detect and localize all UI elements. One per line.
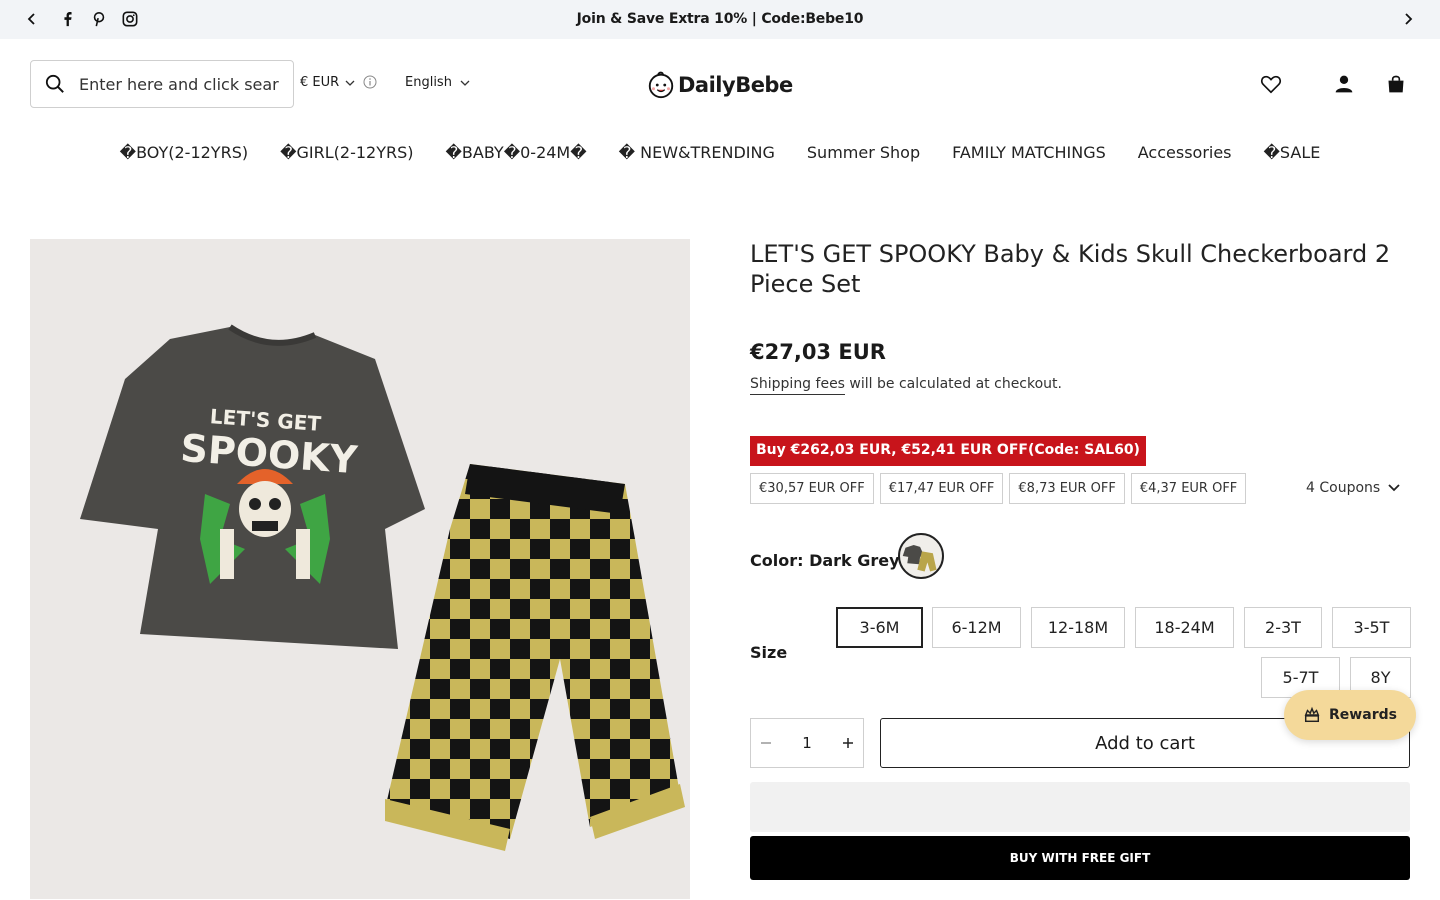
site-logo[interactable]: DailyBebe — [646, 70, 793, 100]
buy-with-free-gift-button[interactable]: BUY WITH FREE GIFT — [750, 836, 1410, 880]
currency-label: € EUR — [300, 75, 340, 90]
express-payment-button[interactable] — [750, 782, 1410, 832]
currency-selector[interactable]: € EUR — [300, 75, 355, 90]
size-option-18-24m[interactable]: 18-24M — [1135, 607, 1234, 648]
search-icon[interactable] — [31, 61, 79, 107]
nav-item-accessories[interactable]: Accessories — [1138, 143, 1232, 162]
size-option-6-12m[interactable]: 6-12M — [932, 607, 1021, 648]
quantity-value[interactable]: 1 — [787, 734, 827, 752]
language-selector[interactable]: English — [405, 75, 470, 90]
color-swatch-dark-grey[interactable] — [898, 533, 944, 579]
product-title: LET'S GET SPOOKY Baby & Kids Skull Check… — [750, 240, 1391, 298]
shipping-note: Shipping fees will be calculated at chec… — [750, 376, 1062, 395]
coupon-chip[interactable]: €4,37 EUR OFF — [1130, 473, 1247, 504]
nav-item-baby[interactable]: �BABY�0-24M� — [446, 143, 587, 162]
quantity-stepper: 1 — [750, 718, 864, 768]
size-label: Size — [750, 643, 788, 662]
size-option-12-18m[interactable]: 12-18M — [1031, 607, 1125, 648]
chevron-down-icon — [460, 80, 470, 86]
coupon-chip[interactable]: €30,57 EUR OFF — [750, 473, 874, 504]
nav-item-sale[interactable]: �SALE — [1264, 143, 1321, 162]
quantity-increase-button[interactable] — [833, 719, 863, 767]
gift-crown-icon — [1304, 706, 1320, 723]
chevron-right-icon[interactable] — [1398, 9, 1418, 29]
promo-banner: Buy €262,03 EUR, €52,41 EUR OFF(Code: SA… — [750, 436, 1146, 466]
nav-item-new-trending[interactable]: � NEW&TRENDING — [619, 143, 775, 162]
announcement-bar: Join & Save Extra 10% | Code:Bebe10 — [0, 0, 1440, 39]
coupon-list: €30,57 EUR OFF €17,47 EUR OFF €8,73 EUR … — [750, 473, 1247, 504]
logo-text: DailyBebe — [678, 73, 793, 97]
coupons-toggle-label: 4 Coupons — [1306, 480, 1381, 496]
search-input[interactable] — [79, 74, 279, 94]
cart-bag-icon[interactable] — [1384, 72, 1408, 96]
language-label: English — [405, 75, 452, 90]
coupon-chip[interactable]: €8,73 EUR OFF — [1009, 473, 1125, 504]
main-navigation: �BOY(2-12YRS) �GIRL(2-12YRS) �BABY�0-24M… — [0, 143, 1440, 162]
wishlist-heart-icon[interactable] — [1259, 72, 1283, 96]
nav-item-girl[interactable]: �GIRL(2-12YRS) — [280, 143, 413, 162]
checkered-pants-graphic — [385, 464, 685, 851]
minus-icon — [761, 742, 771, 744]
product-price: €27,03 EUR — [750, 340, 886, 364]
info-icon[interactable] — [363, 75, 377, 89]
coupons-dropdown-toggle[interactable]: 4 Coupons — [1306, 480, 1400, 496]
shipping-note-text: will be calculated at checkout. — [844, 376, 1062, 392]
chevron-down-icon — [1388, 484, 1400, 492]
rewards-launcher[interactable]: Rewards — [1284, 690, 1416, 740]
tshirt-graphic: LET'S GET SPOOKY — [80, 324, 425, 649]
rewards-label: Rewards — [1329, 707, 1397, 723]
product-image[interactable]: LET'S GET SPOOKY — [30, 239, 690, 899]
color-label: Color: Dark Grey — [750, 551, 900, 570]
chevron-down-icon — [345, 80, 355, 86]
nav-item-boy[interactable]: �BOY(2-12YRS) — [120, 143, 248, 162]
plus-icon — [843, 738, 853, 748]
account-icon[interactable] — [1332, 72, 1356, 96]
nav-item-family-matchings[interactable]: FAMILY MATCHINGS — [952, 143, 1106, 162]
quantity-decrease-button[interactable] — [751, 719, 781, 767]
search-box[interactable] — [30, 60, 294, 108]
nav-item-summer-shop[interactable]: Summer Shop — [807, 143, 920, 162]
announcement-message: Join & Save Extra 10% | Code:Bebe10 — [576, 11, 864, 27]
size-option-2-3t[interactable]: 2-3T — [1244, 607, 1322, 648]
baby-face-logo-icon — [648, 71, 674, 99]
shipping-fees-link[interactable]: Shipping fees — [750, 376, 845, 395]
size-option-3-5t[interactable]: 3-5T — [1332, 607, 1411, 648]
size-option-3-6m[interactable]: 3-6M — [836, 607, 923, 648]
coupon-chip[interactable]: €17,47 EUR OFF — [879, 473, 1004, 504]
